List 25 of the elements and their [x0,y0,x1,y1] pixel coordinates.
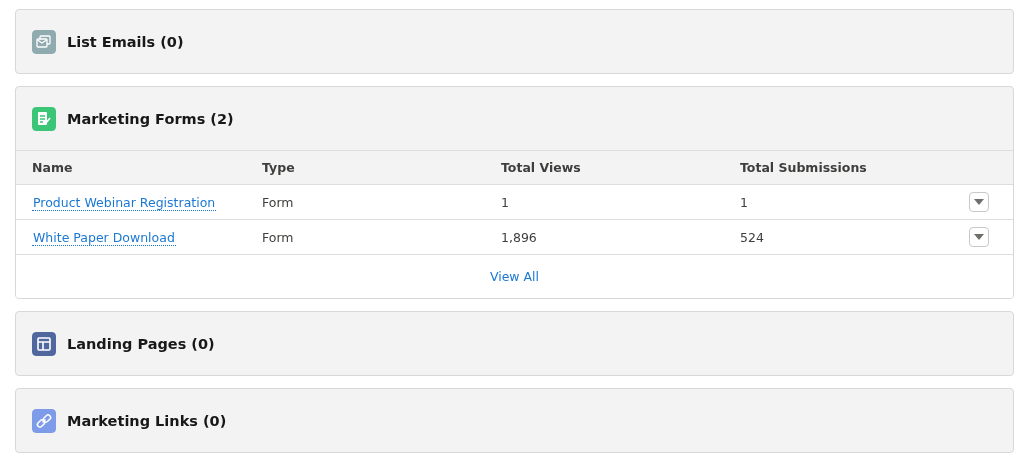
view-all-link[interactable]: View All [488,269,541,284]
row-menu-button[interactable] [969,227,989,247]
column-header: Name [16,150,261,185]
layout-icon [32,331,56,356]
record-link[interactable]: White Paper Download [32,229,176,246]
table-cell: 1,896 [500,219,739,255]
envelopes-icon [32,29,56,54]
table-cell: 1 [739,184,951,220]
caret-icon [974,234,984,240]
table-cell: Form [261,184,500,220]
column-header: Type [261,150,500,185]
card-title: Landing Pages (0) [67,335,215,352]
table-cell: 1 [500,184,739,220]
table-cell: 524 [739,219,951,255]
card-title: Marketing Forms (2) [67,110,234,127]
form-icon [32,106,56,131]
card-title: List Emails (0) [67,33,184,50]
column-header: Total Views [500,150,739,185]
row-menu-button[interactable] [969,192,989,212]
card-title: Marketing Links (0) [67,412,227,429]
link-icon [32,408,56,433]
table-cell: Form [261,219,500,255]
record-link[interactable]: Product Webinar Registration [32,194,217,211]
caret-icon [974,199,984,205]
column-header: Total Submissions [739,150,951,185]
